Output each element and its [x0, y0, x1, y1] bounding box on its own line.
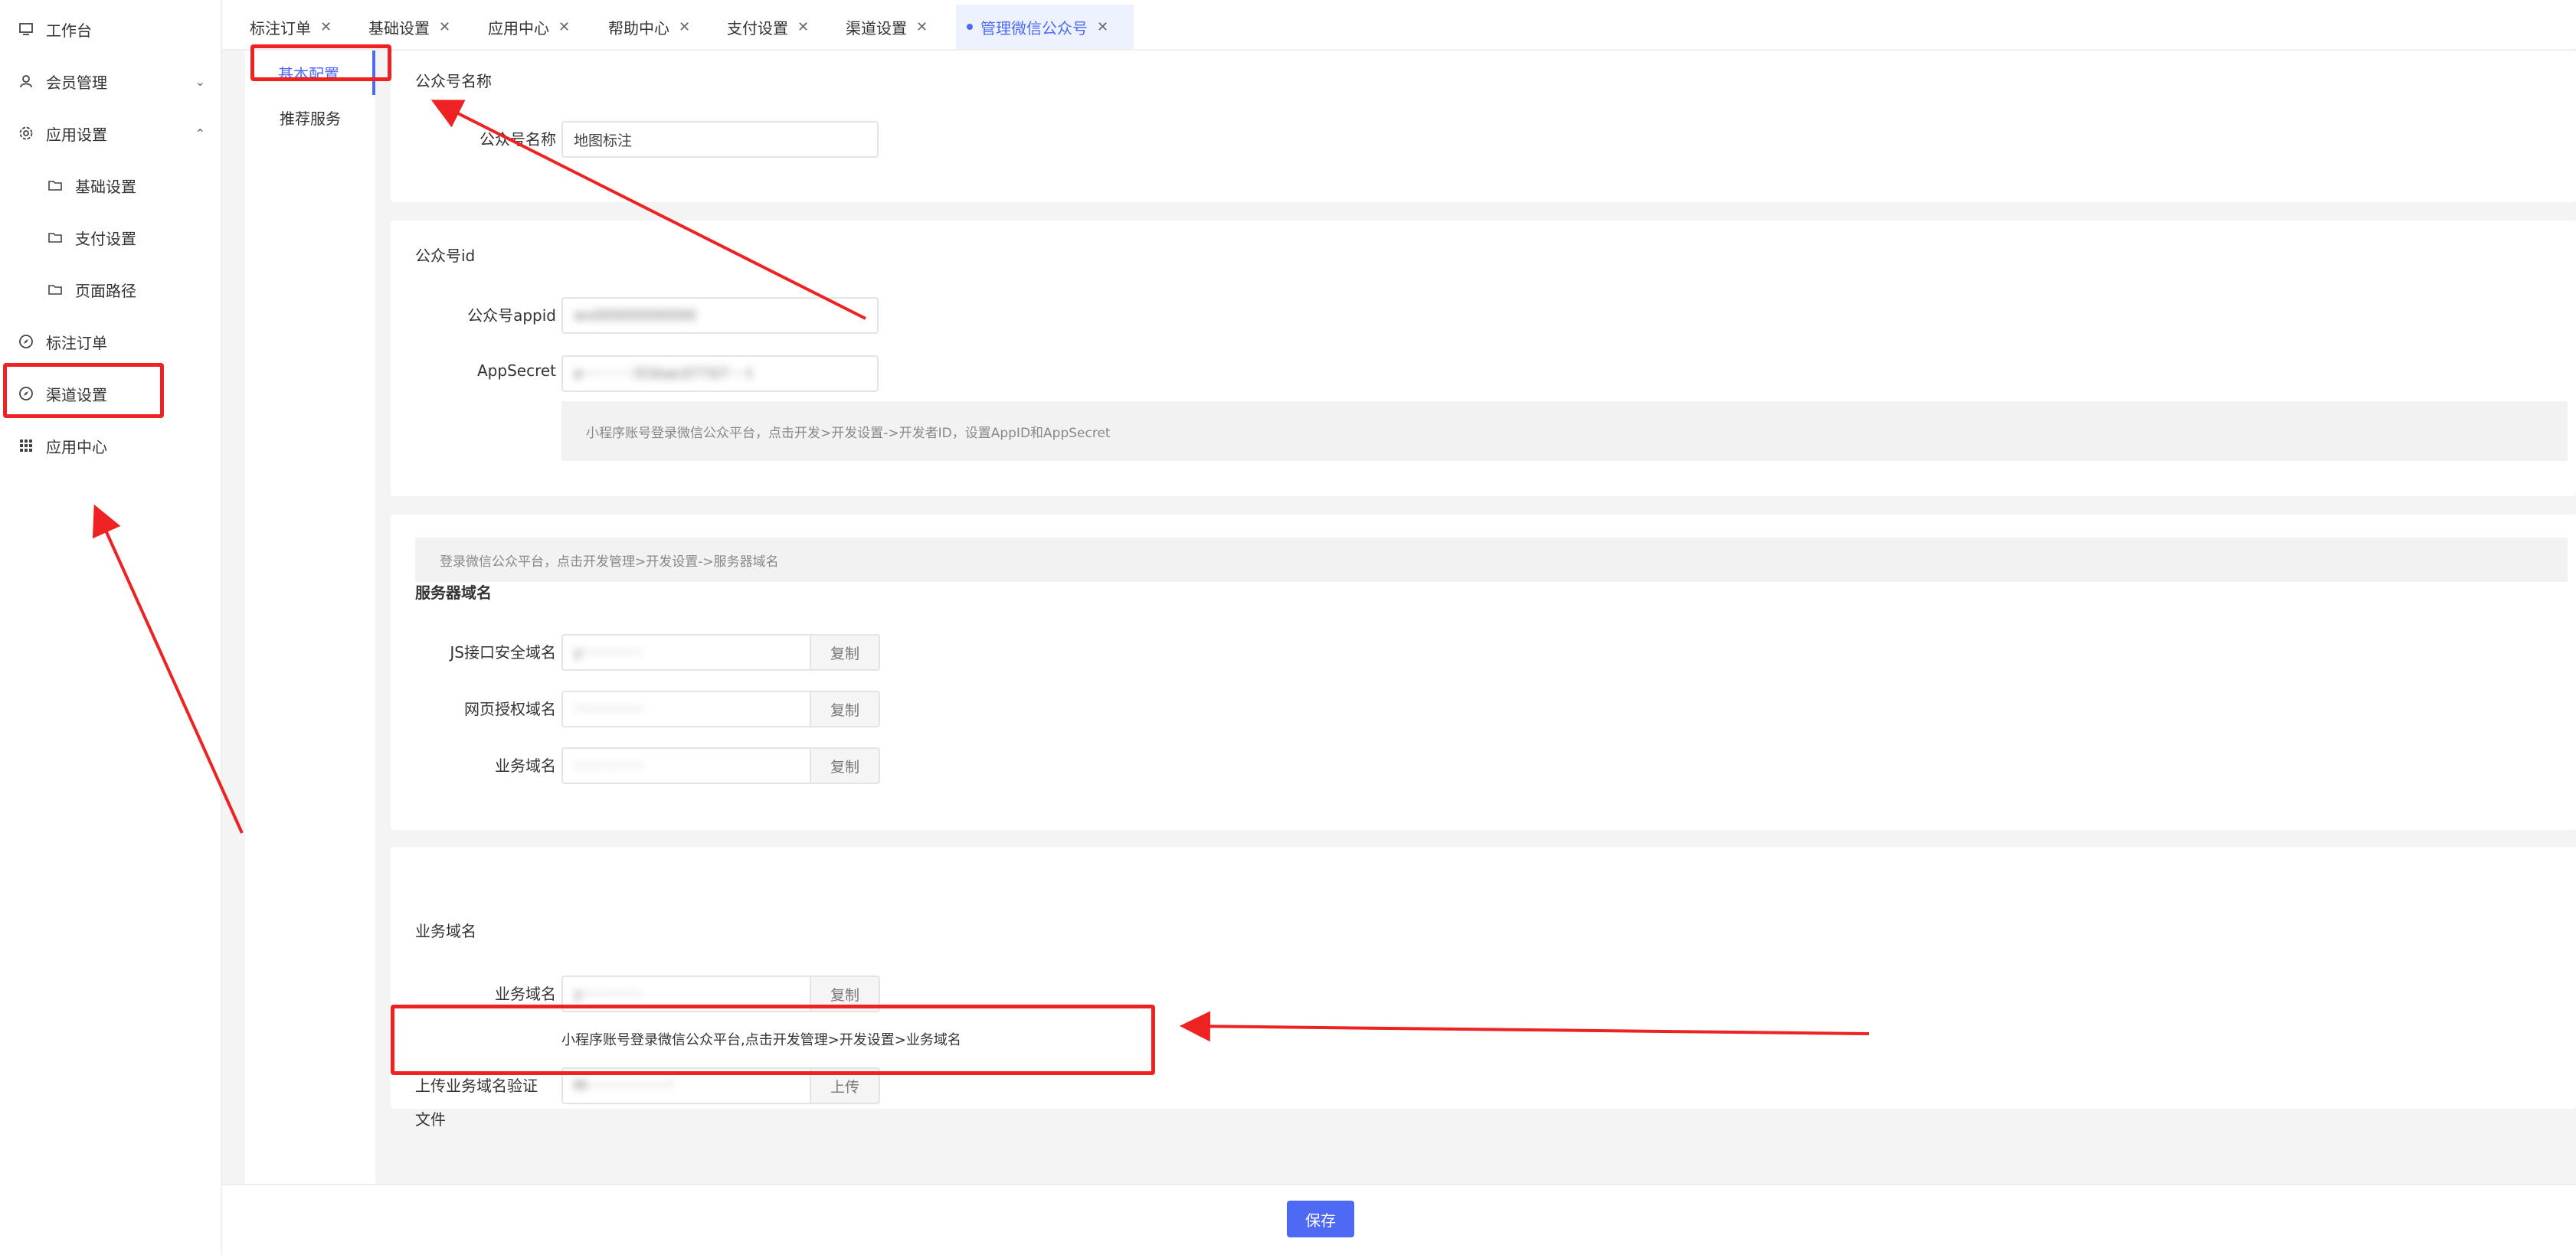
- tab-help-center[interactable]: 帮助中心 ✕: [597, 5, 701, 49]
- card-title: 业务域名: [415, 922, 476, 940]
- close-icon[interactable]: ✕: [916, 19, 928, 35]
- sidebar-item-label: 页面路径: [75, 281, 136, 300]
- sub-nav: 基本配置 推荐服务: [245, 51, 375, 1184]
- upload-file-value: M··················': [574, 1077, 674, 1094]
- tab-annotation-orders[interactable]: 标注订单 ✕: [239, 5, 342, 49]
- tab-app-center[interactable]: 应用中心 ✕: [477, 5, 581, 49]
- close-icon[interactable]: ✕: [320, 19, 332, 35]
- card-title: 公众号名称: [415, 72, 492, 90]
- sidebar-item-annotation-orders[interactable]: 标注订单: [0, 319, 222, 364]
- sidebar-item-label: 工作台: [46, 21, 92, 40]
- account-id-card: 公众号id 公众号appid wx00000000000 AppSecret e…: [391, 221, 2576, 496]
- appid-hint: 小程序账号登录微信公众平台，点击开发>开发设置->开发者ID，设置AppID和A…: [561, 401, 2568, 461]
- sidebar-item-label: 应用中心: [46, 437, 107, 456]
- tab-label: 帮助中心: [608, 18, 669, 38]
- close-icon[interactable]: ✕: [679, 19, 690, 35]
- annotation-box-channel-settings: [3, 363, 164, 418]
- close-icon[interactable]: ✕: [558, 19, 570, 35]
- tab-label: 标注订单: [250, 18, 311, 38]
- field-label: 公众号appid: [467, 306, 556, 325]
- js-domain-value: y·············: [574, 644, 643, 661]
- appid-input[interactable]: wx00000000000: [561, 297, 879, 334]
- sidebar-item-app-center[interactable]: 应用中心: [0, 423, 222, 469]
- field-label: 业务域名: [495, 757, 556, 775]
- card-title: 服务器域名: [415, 583, 492, 602]
- appid-value: wx00000000000: [574, 307, 696, 324]
- subnav-item-recommended-services[interactable]: 推荐服务: [245, 95, 375, 139]
- account-name-card: 公众号名称 公众号名称 地图标注: [391, 51, 2576, 202]
- tab-bar: 标注订单 ✕ 基础设置 ✕ 应用中心 ✕ 帮助中心 ✕ 支付设置 ✕ 渠道设置 …: [222, 0, 2576, 51]
- sidebar-item-label: 支付设置: [75, 229, 136, 248]
- tab-label: 管理微信公众号: [980, 18, 1088, 38]
- tab-label: 支付设置: [727, 18, 788, 38]
- sidebar-item-label: 基础设置: [75, 177, 136, 196]
- field-label: 文件: [415, 1110, 446, 1129]
- sidebar-item-basic-settings[interactable]: 基础设置: [0, 162, 222, 208]
- sidebar-item-app-settings[interactable]: 应用设置 ⌃: [0, 110, 222, 156]
- business-domain-input[interactable]: ···············: [561, 747, 811, 784]
- field-label: 公众号名称: [480, 130, 556, 149]
- folder-icon: [44, 175, 66, 196]
- sidebar-item-members[interactable]: 会员管理 ⌄: [0, 58, 222, 104]
- sidebar-item-label: 会员管理: [46, 73, 107, 92]
- tab-label: 应用中心: [488, 18, 549, 38]
- server-domain-card: 登录微信公众平台，点击开发管理>开发设置->服务器域名 服务器域名 JS接口安全…: [391, 515, 2576, 830]
- folder-icon: [44, 279, 66, 300]
- monitor-icon: [15, 18, 37, 40]
- tab-label: 渠道设置: [846, 18, 907, 38]
- folder-icon: [44, 227, 66, 248]
- field-label: 业务域名: [495, 985, 556, 1003]
- sidebar-item-page-path[interactable]: 页面路径: [0, 266, 222, 312]
- business-domain-value: ···············: [574, 757, 643, 774]
- business-domain-value: y·············: [574, 985, 643, 1002]
- annotation-box-basic-config: [250, 44, 391, 81]
- close-icon[interactable]: ✕: [439, 19, 450, 35]
- account-name-input[interactable]: 地图标注: [561, 121, 879, 158]
- field-label: AppSecret: [477, 361, 556, 380]
- tab-label: 基础设置: [368, 18, 430, 38]
- sidebar: 工作台 会员管理 ⌄ 应用设置 ⌃ 基础设置 支付设置 页面路径 标注订单 渠道…: [0, 0, 222, 1255]
- tab-manage-wechat-account[interactable]: 管理微信公众号 ✕: [956, 5, 1134, 49]
- sidebar-item-label: 标注订单: [46, 333, 107, 352]
- save-button[interactable]: 保存: [1287, 1201, 1354, 1237]
- card-title: 公众号id: [415, 247, 476, 265]
- active-dot-icon: [967, 24, 973, 30]
- annotation-box-upload-row: [391, 1005, 1155, 1075]
- tab-channel-settings[interactable]: 渠道设置 ✕: [835, 5, 938, 49]
- chevron-up-icon: ⌃: [195, 126, 205, 141]
- compass-icon: [15, 331, 37, 352]
- sidebar-item-workbench[interactable]: 工作台: [0, 6, 222, 52]
- tab-basic-settings[interactable]: 基础设置 ✕: [358, 5, 461, 49]
- close-icon[interactable]: ✕: [1097, 19, 1108, 35]
- copy-button[interactable]: 复制: [811, 747, 880, 784]
- server-domain-hint: 登录微信公众平台，点击开发管理>开发设置->服务器域名: [415, 538, 2568, 582]
- field-label: 上传业务域名验证: [415, 1077, 538, 1095]
- sidebar-item-payment-settings[interactable]: 支付设置: [0, 214, 222, 260]
- tab-payment-settings[interactable]: 支付设置 ✕: [716, 5, 820, 49]
- footer: 保存: [222, 1184, 2576, 1255]
- js-domain-input[interactable]: y·············: [561, 634, 811, 671]
- chevron-down-icon: ⌄: [195, 74, 205, 89]
- field-label: 网页授权域名: [464, 700, 556, 718]
- copy-button[interactable]: 复制: [811, 691, 880, 727]
- grid-icon: [15, 435, 37, 456]
- web-auth-domain-value: ···············: [574, 701, 643, 717]
- web-auth-domain-input[interactable]: ···············: [561, 691, 811, 727]
- field-label: JS接口安全域名: [450, 643, 556, 662]
- copy-button[interactable]: 复制: [811, 634, 880, 671]
- close-icon[interactable]: ✕: [797, 19, 809, 35]
- sidebar-item-label: 应用设置: [46, 125, 107, 144]
- gear-icon: [15, 123, 37, 144]
- appsecret-value: e···········i55bac07707····t: [574, 365, 753, 382]
- user-icon: [15, 70, 37, 92]
- appsecret-input[interactable]: e···········i55bac07707····t: [561, 355, 879, 392]
